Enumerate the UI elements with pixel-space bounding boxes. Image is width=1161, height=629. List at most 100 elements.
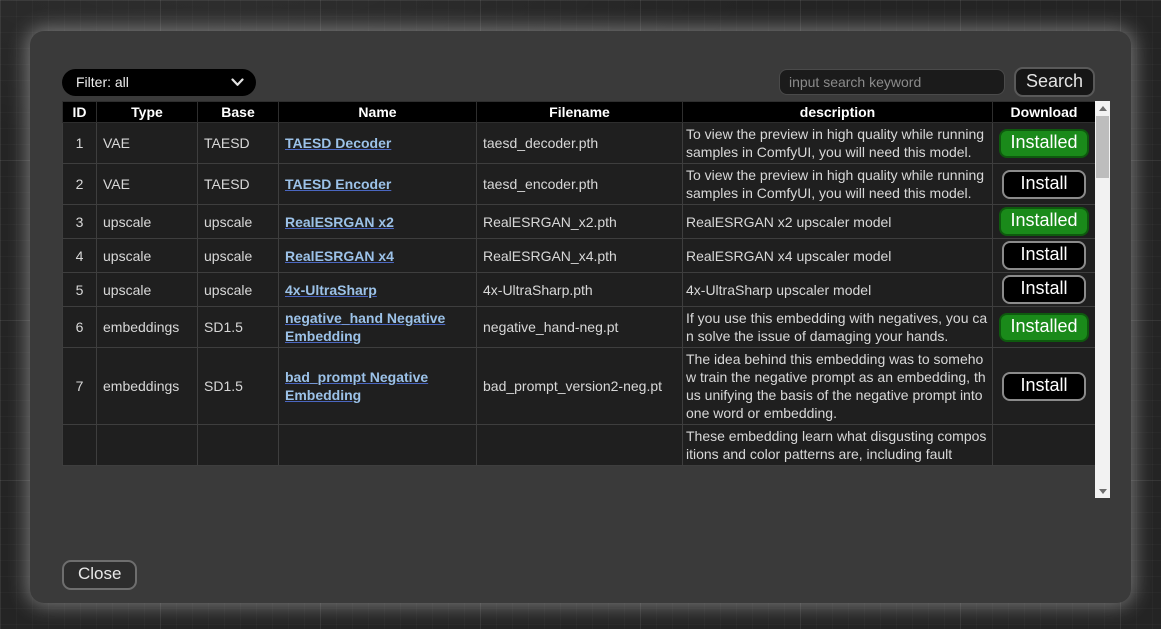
cell-download: Installed [993,307,1096,348]
scroll-down-button[interactable] [1095,484,1110,498]
arrow-down-icon [1099,489,1107,494]
cell-id: 3 [63,205,97,239]
column-header-name: Name [279,102,477,123]
cell-id: 5 [63,273,97,307]
table-row: 3upscaleupscaleRealESRGAN x2RealESRGAN_x… [63,205,1096,239]
model-table-container: IDTypeBaseNameFilenamedescriptionDownloa… [62,101,1110,498]
install-button[interactable]: Install [1002,241,1086,270]
install-button[interactable]: Install [1002,170,1086,199]
cell-name: TAESD Decoder [279,123,477,164]
search-group: Search [779,67,1095,97]
model-name-link[interactable]: RealESRGAN x4 [285,248,394,264]
installed-button[interactable]: Installed [999,207,1088,236]
cell-filename [477,425,683,466]
close-button[interactable]: Close [62,560,137,590]
model-name-link[interactable]: bad_prompt Negative Embedding [285,369,428,403]
install-button[interactable]: Install [1002,372,1086,401]
column-header-filename: Filename [477,102,683,123]
table-row: 5upscaleupscale4x-UltraSharp4x-UltraShar… [63,273,1096,307]
search-input[interactable] [779,69,1005,95]
cell-name: negative_hand Negative Embedding [279,307,477,348]
filter-select[interactable]: Filter: all [62,69,256,96]
cell-description: If you use this embedding with negatives… [683,307,993,348]
column-header-download: Download [993,102,1096,123]
cell-id: 6 [63,307,97,348]
cell-type: upscale [97,205,198,239]
cell-base: upscale [198,205,279,239]
cell-filename: taesd_encoder.pth [477,164,683,205]
cell-download [993,425,1096,466]
cell-type: embeddings [97,307,198,348]
cell-type: embeddings [97,348,198,425]
model-manager-dialog: Filter: all Search IDTypeBaseNameFilenam… [30,31,1131,603]
cell-name: RealESRGAN x2 [279,205,477,239]
cell-description: 4x-UltraSharp upscaler model [683,273,993,307]
cell-filename: negative_hand-neg.pt [477,307,683,348]
cell-download: Install [993,273,1096,307]
toolbar: Filter: all Search [62,67,1095,97]
vertical-scrollbar[interactable] [1095,101,1110,498]
model-name-link[interactable]: 4x-UltraSharp [285,282,377,298]
cell-name: bad_prompt Negative Embedding [279,348,477,425]
installed-button[interactable]: Installed [999,313,1088,342]
table-row: 1VAETAESDTAESD Decodertaesd_decoder.pthT… [63,123,1096,164]
cell-filename: RealESRGAN_x4.pth [477,239,683,273]
cell-type: upscale [97,273,198,307]
cell-filename: RealESRGAN_x2.pth [477,205,683,239]
cell-id: 7 [63,348,97,425]
scrollbar-thumb[interactable] [1096,116,1109,178]
cell-description: These embedding learn what disgusting co… [683,425,993,466]
model-name-link[interactable]: TAESD Encoder [285,176,391,192]
cell-type: upscale [97,239,198,273]
table-row: 6embeddingsSD1.5negative_hand Negative E… [63,307,1096,348]
cell-download: Install [993,239,1096,273]
cell-name: 4x-UltraSharp [279,273,477,307]
cell-type: VAE [97,123,198,164]
cell-type [97,425,198,466]
cell-description: RealESRGAN x4 upscaler model [683,239,993,273]
filter-select-label: Filter: all [76,74,129,90]
cell-id: 4 [63,239,97,273]
cell-base: SD1.5 [198,307,279,348]
arrow-up-icon [1099,106,1107,111]
cell-base: TAESD [198,164,279,205]
cell-name [279,425,477,466]
cell-description: To view the preview in high quality whil… [683,123,993,164]
cell-description: The idea behind this embedding was to so… [683,348,993,425]
column-header-description: description [683,102,993,123]
install-button[interactable]: Install [1002,275,1086,304]
cell-base: SD1.5 [198,348,279,425]
table-row: 2VAETAESD TAESD Encoder taesd_encoder.pthT… [63,164,1096,205]
cell-download: Installed [993,205,1096,239]
model-name-link[interactable]: RealESRGAN x2 [285,214,394,230]
cell-base: upscale [198,239,279,273]
cell-download: Install [993,348,1096,425]
column-header-id: ID [63,102,97,123]
search-button[interactable]: Search [1014,67,1095,97]
cell-filename: bad_prompt_version2-neg.pt [477,348,683,425]
installed-button[interactable]: Installed [999,129,1088,158]
table-row: 7embeddingsSD1.5bad_prompt Negative Embe… [63,348,1096,425]
table-row: These embedding learn what disgusting co… [63,425,1096,466]
cell-name: TAESD Encoder [279,164,477,205]
cell-base: upscale [198,273,279,307]
table-row: 4upscaleupscaleRealESRGAN x4RealESRGAN_x… [63,239,1096,273]
model-table: IDTypeBaseNameFilenamedescriptionDownloa… [62,101,1096,466]
cell-download: Installed [993,123,1096,164]
cell-type: VAE [97,164,198,205]
cell-base [198,425,279,466]
model-name-link[interactable]: negative_hand Negative Embedding [285,310,445,344]
cell-download: Install [993,164,1096,205]
cell-base: TAESD [198,123,279,164]
scroll-up-button[interactable] [1095,101,1110,115]
chevron-down-icon [231,78,244,87]
cell-id [63,425,97,466]
cell-id: 2 [63,164,97,205]
table-header-row: IDTypeBaseNameFilenamedescriptionDownloa… [63,102,1096,123]
cell-name: RealESRGAN x4 [279,239,477,273]
model-name-link[interactable]: TAESD Decoder [285,135,391,151]
cell-filename: taesd_decoder.pth [477,123,683,164]
graph-canvas-background: Filter: all Search IDTypeBaseNameFilenam… [0,0,1161,629]
cell-description: To view the preview in high quality whil… [683,164,993,205]
column-header-base: Base [198,102,279,123]
